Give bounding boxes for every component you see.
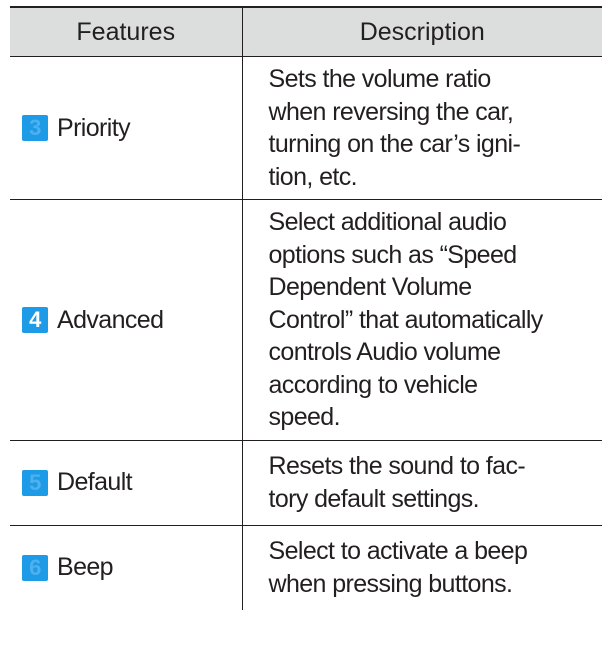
description-line: Resets the sound to fac-: [268, 452, 526, 480]
feature-label: Beep: [57, 553, 114, 582]
number-badge-icon: 5: [22, 469, 48, 496]
feature-cell: 6 Beep: [10, 525, 243, 610]
description-line: controls Audio volume: [268, 338, 502, 366]
feature-cell: 5 Default: [10, 440, 243, 526]
feature-cell: 3 Priority: [10, 56, 243, 200]
description-line: Control” that automatically: [268, 305, 544, 334]
feature-label: Advanced: [57, 305, 164, 334]
description-line: when reversing the car,: [268, 97, 514, 126]
table-row: 3 Priority Sets the volume ratio when re…: [10, 56, 602, 200]
feature-label: Priority: [57, 113, 131, 142]
table-row: 6 Beep Select to activate a beep when pr…: [10, 525, 602, 610]
description-line: turning on the car’s igni-: [268, 130, 521, 158]
feature-label: Default: [57, 468, 133, 497]
description-line: according to vehicle: [268, 370, 479, 399]
table-row: 4 Advanced Select additional audio optio…: [10, 199, 602, 441]
feature-cell: 4 Advanced: [10, 199, 243, 441]
number-badge-icon: 6: [22, 554, 48, 581]
description-cell: Select additional audio options such as …: [242, 199, 602, 441]
description-line: Select to activate a beep: [268, 537, 528, 565]
header-row: Features Description: [10, 6, 602, 57]
description-line: Select additional audio: [268, 208, 507, 236]
features-table-wrapper: Features Description 3 Priority Sets the…: [10, 6, 602, 610]
features-table: Features Description 3 Priority Sets the…: [10, 6, 602, 610]
description-cell: Sets the volume ratio when reversing the…: [242, 56, 602, 200]
number-badge-icon: 3: [22, 115, 48, 141]
description-line: options such as “Speed: [268, 240, 518, 269]
description-line: when pressing buttons.: [268, 569, 514, 598]
number-badge-icon: 4: [22, 306, 48, 333]
description-cell: Select to activate a beep when pressing …: [242, 525, 602, 610]
description-line: tory default settings.: [268, 484, 480, 513]
table-row: 5 Default Resets the sound to fac- tory …: [10, 440, 602, 526]
description-line: tion, etc.: [268, 162, 358, 191]
description-header: Description: [242, 6, 602, 57]
description-line: Sets the volume ratio: [268, 65, 492, 93]
description-line: Dependent Volume: [268, 273, 473, 301]
description-cell: Resets the sound to fac- tory default se…: [242, 440, 602, 526]
description-line: speed.: [268, 403, 341, 431]
features-header: Features: [10, 6, 243, 57]
